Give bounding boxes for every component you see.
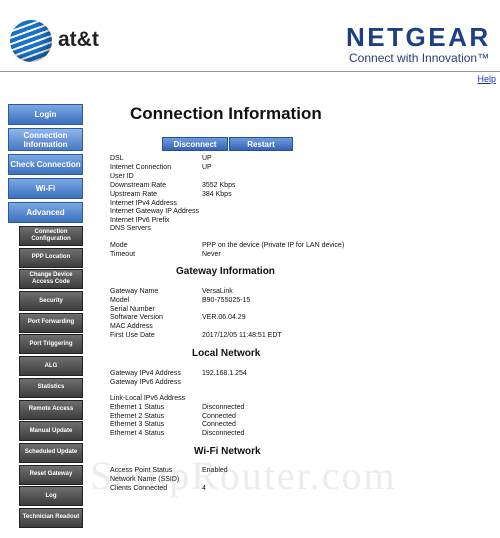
sidebar-subitem-port-triggering[interactable]: Port Triggering	[19, 334, 83, 355]
local-network-heading: Local Network	[192, 348, 261, 359]
sidebar-subitem-manual-update[interactable]: Manual Update	[19, 421, 83, 442]
sidebar-item-login[interactable]: Login	[8, 104, 83, 125]
sidebar-subitem-log[interactable]: Log	[19, 486, 83, 507]
sidebar-subitem-remote-access[interactable]: Remote Access	[19, 399, 83, 420]
sidebar-subitem-reset-gateway[interactable]: Reset Gateway	[19, 464, 83, 485]
sidebar-item-wifi[interactable]: Wi-Fi	[8, 178, 83, 199]
sidebar-subitem-connection-configuration[interactable]: Connection Configuration	[19, 226, 83, 246]
netgear-tagline: Connect with Innovation™	[349, 51, 490, 65]
sidebar-subitem-statistics[interactable]: Statistics	[19, 377, 83, 398]
sidebar-subitem-ppp-location[interactable]: PPP Location	[19, 247, 83, 268]
att-logo-text: at&t	[58, 28, 99, 51]
page-title: Connection Information	[130, 104, 322, 123]
header-divider	[0, 71, 500, 72]
disconnect-button[interactable]: Disconnect	[162, 137, 228, 151]
restart-button[interactable]: Restart	[229, 137, 293, 151]
sidebar-subitem-alg[interactable]: ALG	[19, 356, 83, 377]
sidebar-subitem-change-device-access-code[interactable]: Change Device Access Code	[19, 269, 83, 290]
att-globe-logo	[10, 20, 52, 62]
sidebar-subitem-technician-readout[interactable]: Technician Readout	[19, 507, 83, 528]
sidebar-item-advanced[interactable]: Advanced	[8, 202, 83, 223]
header: at&t NETGEAR Connect with Innovation™	[0, 0, 500, 68]
sidebar-subitem-scheduled-update[interactable]: Scheduled Update	[19, 442, 83, 463]
sidebar-nav: Login Connection Information Check Conne…	[8, 104, 84, 530]
sidebar-item-connection-information[interactable]: Connection Information	[8, 128, 83, 151]
help-link[interactable]: Help	[477, 74, 496, 84]
sidebar-item-check-connection[interactable]: Check Connection	[8, 154, 83, 175]
watermark: SetupRouter.com	[90, 453, 397, 498]
sidebar-subitem-security[interactable]: Security	[19, 291, 83, 312]
netgear-logo: NETGEAR	[346, 22, 491, 52]
sidebar-subitem-port-forwarding[interactable]: Port Forwarding	[19, 312, 83, 333]
gateway-information-heading: Gateway Information	[176, 266, 275, 277]
